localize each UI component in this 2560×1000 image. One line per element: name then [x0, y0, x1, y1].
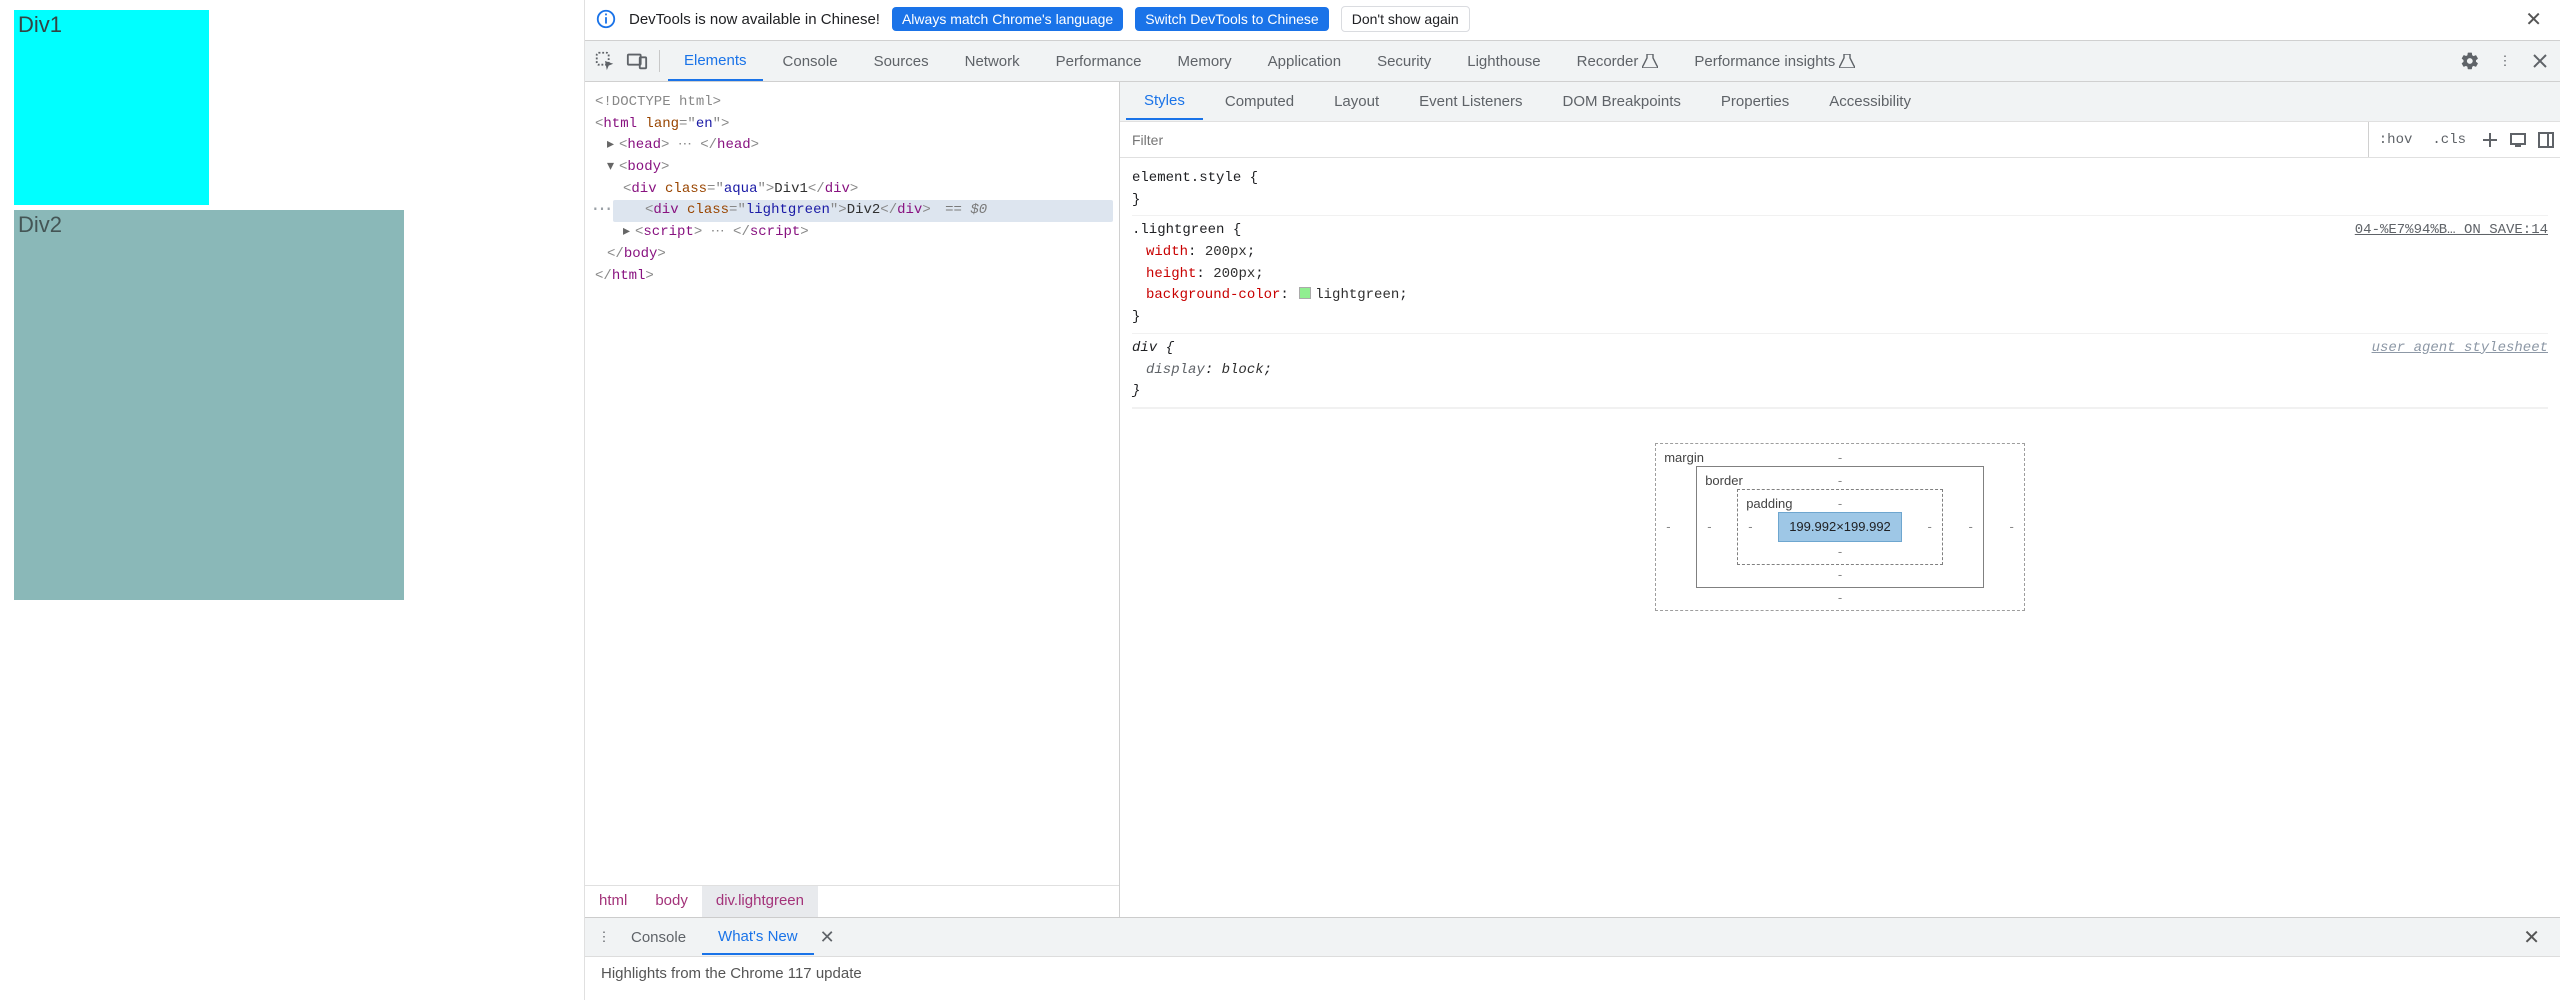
switch-to-chinese-button[interactable]: Switch DevTools to Chinese	[1135, 7, 1329, 31]
language-infobar: DevTools is now available in Chinese! Al…	[585, 0, 2560, 40]
settings-gear-icon[interactable]	[2456, 47, 2484, 75]
dom-body-close[interactable]: </body>	[591, 244, 1113, 266]
device-styles-icon[interactable]	[2504, 126, 2532, 154]
rule-source-link[interactable]: 04-%E7%94%B…_ON_SAVE:14	[2355, 220, 2548, 242]
preview-badge-icon	[1642, 54, 1658, 68]
box-model-padding-label: padding	[1746, 494, 1792, 514]
infobar-close-icon[interactable]: ✕	[2517, 7, 2550, 32]
tab-layout[interactable]: Layout	[1316, 84, 1397, 119]
drawer-tab-console[interactable]: Console	[615, 921, 702, 954]
rule-lightgreen[interactable]: 04-%E7%94%B…_ON_SAVE:14 .lightgreen { wi…	[1132, 216, 2548, 333]
dom-tree[interactable]: <!DOCTYPE html> <html lang="en"> ▸<head>…	[585, 82, 1119, 885]
rule-div-ua[interactable]: user agent stylesheet div { display: blo…	[1132, 334, 2548, 408]
dom-script[interactable]: ▸<script> ⋯ </script>	[591, 222, 1113, 244]
new-style-rule-icon[interactable]	[2476, 126, 2504, 154]
tab-elements[interactable]: Elements	[668, 42, 763, 81]
info-icon	[595, 8, 617, 30]
box-model-content: 199.992×199.992	[1778, 512, 1902, 542]
drawer-kebab-icon[interactable]: ⋮	[593, 929, 615, 945]
tab-accessibility[interactable]: Accessibility	[1811, 84, 1929, 119]
page-div2-overlay[interactable]: Div2	[14, 210, 404, 600]
styles-rules[interactable]: element.style { } 04-%E7%94%B…_ON_SAVE:1…	[1120, 158, 2560, 641]
tab-dom-breakpoints[interactable]: DOM Breakpoints	[1545, 84, 1699, 119]
crumb-divlightgreen[interactable]: div.lightgreen	[702, 886, 818, 917]
tab-console[interactable]: Console	[767, 43, 854, 80]
cls-toggle[interactable]: .cls	[2422, 132, 2476, 148]
tab-recorder[interactable]: Recorder	[1561, 42, 1675, 80]
tab-lighthouse[interactable]: Lighthouse	[1451, 43, 1556, 80]
dom-html-close[interactable]: </html>	[591, 266, 1113, 288]
tab-performance[interactable]: Performance	[1040, 43, 1158, 80]
tab-computed[interactable]: Computed	[1207, 84, 1312, 119]
dom-div1[interactable]: <div class="aqua">Div1</div>	[591, 179, 1113, 201]
crumb-body[interactable]: body	[641, 886, 702, 917]
tab-application[interactable]: Application	[1252, 43, 1357, 80]
elements-pane: <!DOCTYPE html> <html lang="en"> ▸<head>…	[585, 82, 1120, 917]
drawer-close-icon[interactable]: ✕	[2511, 925, 2552, 950]
drawer-tab-close-icon[interactable]: ✕	[814, 927, 841, 948]
preview-badge-icon	[1839, 54, 1855, 68]
breadcrumb: html body div.lightgreen	[585, 885, 1119, 917]
styles-subtabs: Styles Computed Layout Event Listeners D…	[1120, 82, 2560, 122]
dom-head[interactable]: ▸<head> ⋯ </head>	[591, 135, 1113, 157]
dom-html-open[interactable]: <html lang="en">	[591, 114, 1113, 136]
always-match-language-button[interactable]: Always match Chrome's language	[892, 7, 1123, 31]
computed-sidebar-icon[interactable]	[2532, 126, 2560, 154]
drawer-tab-whatsnew[interactable]: What's New	[702, 920, 814, 955]
user-agent-label: user agent stylesheet	[2372, 338, 2548, 360]
dom-body-open[interactable]: ▾<body>	[591, 157, 1113, 179]
box-model[interactable]: margin - - - - border - - - -	[1132, 408, 2548, 635]
kebab-menu-icon[interactable]: ⋮	[2494, 53, 2516, 69]
styles-pane: Styles Computed Layout Event Listeners D…	[1120, 82, 2560, 917]
dom-div2-selected[interactable]: <div class="lightgreen">Div2</div> == $0	[613, 200, 1113, 222]
page-div1[interactable]: Div1	[14, 10, 209, 205]
tab-event-listeners[interactable]: Event Listeners	[1401, 84, 1540, 119]
tab-security[interactable]: Security	[1361, 43, 1447, 80]
dont-show-again-button[interactable]: Don't show again	[1341, 6, 1470, 32]
inspect-element-icon[interactable]	[591, 47, 619, 75]
device-toolbar-icon[interactable]	[623, 47, 651, 75]
dom-doctype[interactable]: <!DOCTYPE html>	[595, 94, 721, 110]
crumb-html[interactable]: html	[585, 886, 641, 917]
tab-perf-insights[interactable]: Performance insights	[1678, 42, 1871, 80]
rule-element-style[interactable]: element.style { }	[1132, 164, 2548, 216]
devtools-main-tabs: Elements Console Sources Network Perform…	[585, 40, 2560, 82]
styles-filter-input[interactable]	[1120, 122, 2369, 157]
tab-styles[interactable]: Styles	[1126, 83, 1203, 120]
color-swatch-icon[interactable]	[1299, 287, 1311, 299]
devtools-close-icon[interactable]	[2526, 47, 2554, 75]
devtools: DevTools is now available in Chinese! Al…	[585, 0, 2560, 990]
dom-line-actions-icon[interactable]: ⋯	[591, 201, 613, 221]
infobar-message: DevTools is now available in Chinese!	[629, 11, 880, 28]
tab-memory[interactable]: Memory	[1162, 43, 1248, 80]
tab-network[interactable]: Network	[949, 43, 1036, 80]
hov-toggle[interactable]: :hov	[2369, 132, 2423, 148]
rendered-page[interactable]: Div1 Div2	[0, 0, 585, 1000]
drawer-body: Highlights from the Chrome 117 update	[585, 956, 2560, 990]
tab-properties[interactable]: Properties	[1703, 84, 1807, 119]
tab-sources[interactable]: Sources	[858, 43, 945, 80]
styles-filter-row: :hov .cls	[1120, 122, 2560, 158]
drawer: ⋮ Console What's New ✕ ✕ Highlights from…	[585, 917, 2560, 990]
